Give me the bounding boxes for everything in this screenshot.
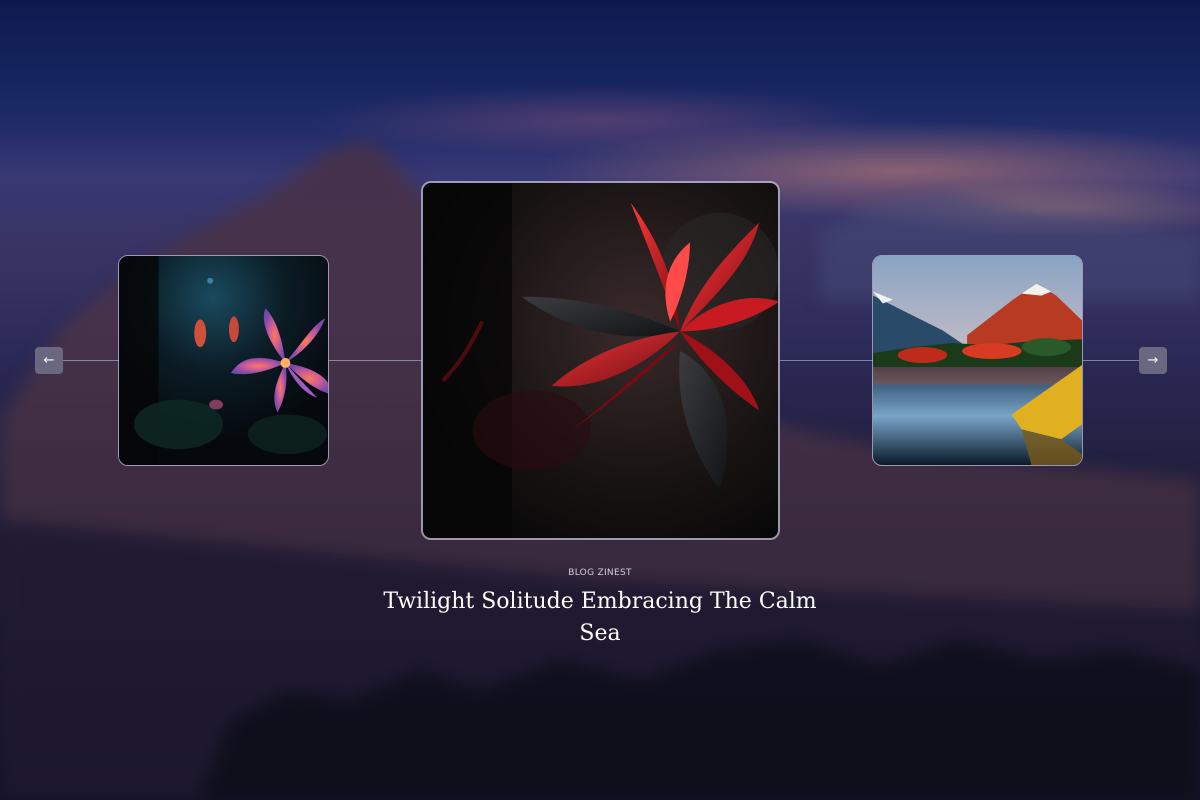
prev-slide-button[interactable]: ← <box>35 347 63 374</box>
slide-card-active[interactable] <box>421 181 780 540</box>
mountain-lake-sunset-image <box>873 256 1082 465</box>
post-category: BLOG ZINEST <box>568 568 632 578</box>
post-title[interactable]: Twilight Solitude Embracing The Calm Sea <box>360 586 840 650</box>
slider-track-line <box>63 360 119 361</box>
slider-track-line <box>329 360 422 361</box>
night-lily-flower-image <box>119 256 328 465</box>
slider-track-line <box>780 360 873 361</box>
red-leaf-plant-image <box>423 183 778 538</box>
arrow-right-icon: → <box>1147 353 1159 368</box>
slider-track-line <box>1083 360 1139 361</box>
slide-caption: BLOG ZINEST Twilight Solitude Embracing … <box>360 568 840 650</box>
arrow-left-icon: ← <box>43 353 55 368</box>
slide-card-previous[interactable] <box>118 255 329 466</box>
slide-card-next[interactable] <box>872 255 1083 466</box>
next-slide-button[interactable]: → <box>1139 347 1167 374</box>
